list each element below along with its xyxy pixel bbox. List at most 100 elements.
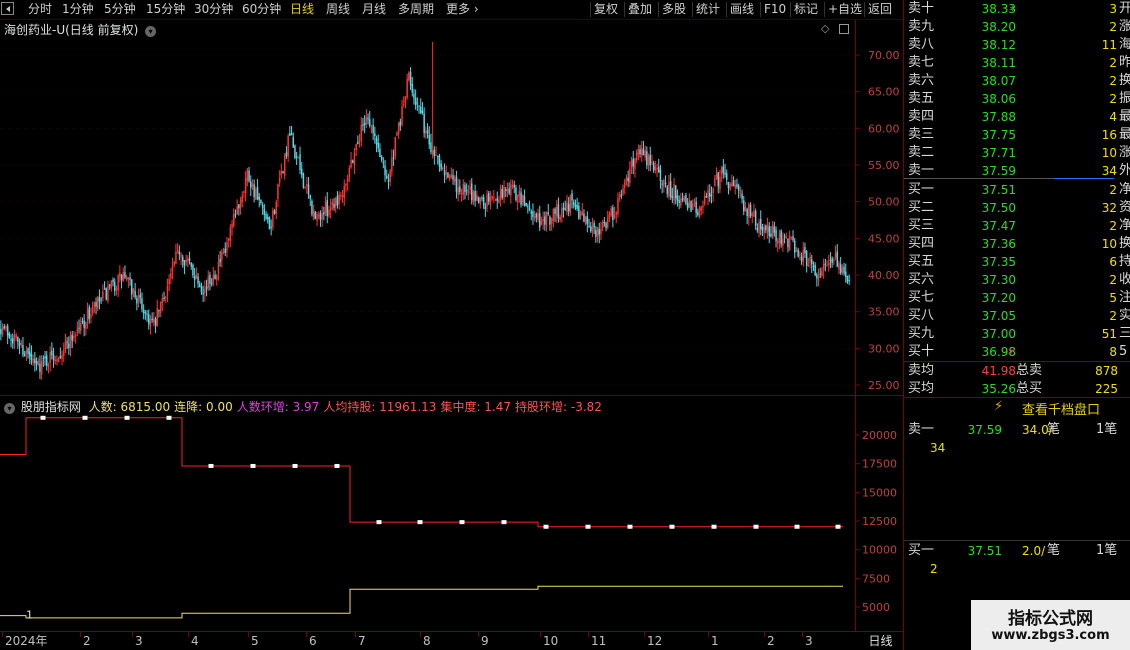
- ask-level-row[interactable]: 卖二 37.71 10 涨: [904, 144, 1130, 162]
- data-point-marker: [543, 524, 549, 529]
- bid-level-row[interactable]: 买三 37.47 2 净: [904, 217, 1130, 235]
- chevron-down-icon[interactable]: ▾: [145, 26, 157, 37]
- indicator-chart[interactable]: 20000 17500 15000 12500 10000 7500 5000 1 ▾ 股朋指…: [0, 396, 903, 632]
- toolbar-action-button[interactable]: 统计: [696, 1, 720, 18]
- period-label[interactable]: 日线: [858, 632, 903, 650]
- ask-level-row[interactable]: 卖五 38.06 2 振: [904, 90, 1130, 108]
- candlestick-chart[interactable]: 70.00 65.00 60.00 55.00 50.00 45.00 40.00 35.00…: [0, 20, 903, 395]
- period-tab[interactable]: 日线: [290, 1, 314, 18]
- period-tab[interactable]: 多周期: [398, 1, 434, 18]
- bid-level-row[interactable]: 买七 37.20 5 注: [904, 289, 1130, 307]
- indicator-value: 连降: 0.00: [174, 400, 233, 414]
- period-tab[interactable]: 月线: [362, 1, 386, 18]
- side-field-label: 换: [1119, 73, 1130, 88]
- stock-terminal: 分时 1分钟 5分钟 15分钟 30分钟 60分钟 日线 周线 月线 多周期 更多 › 复权 叠加 多股统…: [0, 0, 1130, 650]
- window-toggle-icon[interactable]: [839, 24, 849, 34]
- candle: [88, 304, 90, 324]
- toolbar-action-button[interactable]: 叠加: [628, 1, 652, 18]
- ask-level-row[interactable]: 卖十 38.33 3 开 ≑: [904, 0, 1130, 18]
- candle: [375, 135, 378, 153]
- candle: [598, 222, 600, 244]
- tape-buy-row[interactable]: 买一 37.51 2.0/笔 1笔: [904, 542, 1130, 560]
- date-axis-label: 12: [643, 632, 663, 648]
- period-tab[interactable]: 60分钟: [242, 1, 281, 18]
- ask-level-row[interactable]: 卖三 37.75 16 最: [904, 126, 1130, 144]
- candle: [18, 338, 21, 355]
- candle: [448, 173, 451, 182]
- toolbar-action-button[interactable]: 复权: [594, 1, 618, 18]
- candle: [256, 179, 259, 201]
- candle: [250, 175, 252, 197]
- toolbar-action-button[interactable]: 画线: [730, 1, 754, 18]
- candle: [299, 146, 301, 175]
- ask-level-row[interactable]: 卖七 38.11 2 昨: [904, 54, 1130, 72]
- candle: [508, 182, 510, 196]
- indicator-lines[interactable]: 20000 17500 15000 12500 10000 7500 5000 1: [0, 396, 903, 632]
- period-tab[interactable]: 5分钟: [104, 1, 136, 18]
- date-axis-label: 9: [478, 632, 489, 648]
- candle: [214, 270, 216, 280]
- candle: [843, 262, 845, 276]
- period-tab[interactable]: 15分钟: [146, 1, 185, 18]
- bid-level-row[interactable]: 买六 37.30 2 收: [904, 271, 1130, 289]
- toolbar-action-button[interactable]: 多股: [662, 1, 686, 18]
- candle: [787, 238, 789, 253]
- bid-level-row[interactable]: 买五 37.35 6 持: [904, 253, 1130, 271]
- period-tab[interactable]: 分时: [28, 1, 52, 18]
- bid-level-row[interactable]: 买二 37.50 32 资: [904, 199, 1130, 217]
- candle: [159, 301, 162, 318]
- period-tab[interactable]: 更多 ›: [446, 1, 479, 18]
- indicator-name[interactable]: 股朋指标网: [21, 400, 81, 414]
- indicator-axis-label: 10000: [862, 544, 897, 557]
- candle: [756, 223, 759, 233]
- chevron-right-icon[interactable]: ›: [470, 2, 479, 16]
- side-field-label: 最: [1119, 127, 1130, 142]
- ask-level-row[interactable]: 卖四 37.88 4 最: [904, 108, 1130, 126]
- price-axis-label: 50.00: [868, 196, 900, 209]
- ask-level-row[interactable]: 卖八 38.12 11 海: [904, 36, 1130, 54]
- period-tab[interactable]: 30分钟: [194, 1, 233, 18]
- candle: [389, 168, 391, 187]
- candle: [510, 179, 512, 204]
- toolbar-action-button[interactable]: 返回: [868, 1, 892, 18]
- candle: [814, 262, 816, 277]
- back-arrow-icon[interactable]: [1, 2, 14, 15]
- price-chart[interactable]: 70.00 65.00 60.00 55.00 50.00 45.00 40.00 35.00…: [0, 20, 903, 395]
- candle: [403, 96, 405, 108]
- toolbar-action-button[interactable]: F10: [764, 1, 786, 18]
- candle: [182, 254, 184, 268]
- ask-level-row[interactable]: 卖九 38.20 2 涨: [904, 18, 1130, 36]
- candle: [678, 195, 680, 210]
- indicator-toggle-icon[interactable]: ▾: [4, 403, 15, 414]
- candle: [183, 259, 186, 275]
- candle: [324, 196, 327, 216]
- toolbar-action-button[interactable]: 标记: [794, 1, 818, 18]
- candle: [430, 133, 432, 155]
- period-tab[interactable]: 周线: [326, 1, 350, 18]
- tape-sell-row[interactable]: 卖一 37.59 34.0/笔 1笔: [904, 421, 1130, 439]
- toolbar-action-button[interactable]: +自选: [828, 1, 862, 18]
- side-field-label: 涨: [1119, 19, 1130, 34]
- candle: [6, 323, 9, 345]
- view-depth-button[interactable]: 查看千档盘口: [1022, 399, 1100, 418]
- candle: [709, 184, 711, 202]
- bid-level-row[interactable]: 买四 37.36 10 换: [904, 235, 1130, 253]
- candle: [749, 202, 752, 219]
- ask-level-row[interactable]: 卖六 38.07 2 换: [904, 72, 1130, 90]
- candle: [202, 285, 204, 302]
- candle: [584, 215, 587, 226]
- bid-level-row[interactable]: 买九 37.00 51 三: [904, 325, 1130, 343]
- bid-level-row[interactable]: 买八 37.05 2 实: [904, 307, 1130, 325]
- bid-level-row[interactable]: 买一 37.51 2 净: [904, 181, 1130, 199]
- candle: [554, 207, 556, 223]
- indicator-axis-label: 7500: [862, 572, 890, 585]
- candle: [714, 174, 716, 187]
- data-point-marker: [459, 520, 465, 525]
- period-tab[interactable]: 1分钟: [62, 1, 94, 18]
- period-toolbar: 分时 1分钟 5分钟 15分钟 30分钟 60分钟 日线 周线 月线 多周期 更多 › 复权 叠加 多股统…: [0, 0, 903, 20]
- ask-level-row[interactable]: 卖一 37.59 34 外: [904, 162, 1130, 180]
- diamond-icon[interactable]: ◇: [821, 22, 829, 35]
- candle: [780, 229, 782, 248]
- bid-level-row[interactable]: 买十 36.98 8 5 ▾: [904, 343, 1130, 361]
- candle: [318, 211, 320, 220]
